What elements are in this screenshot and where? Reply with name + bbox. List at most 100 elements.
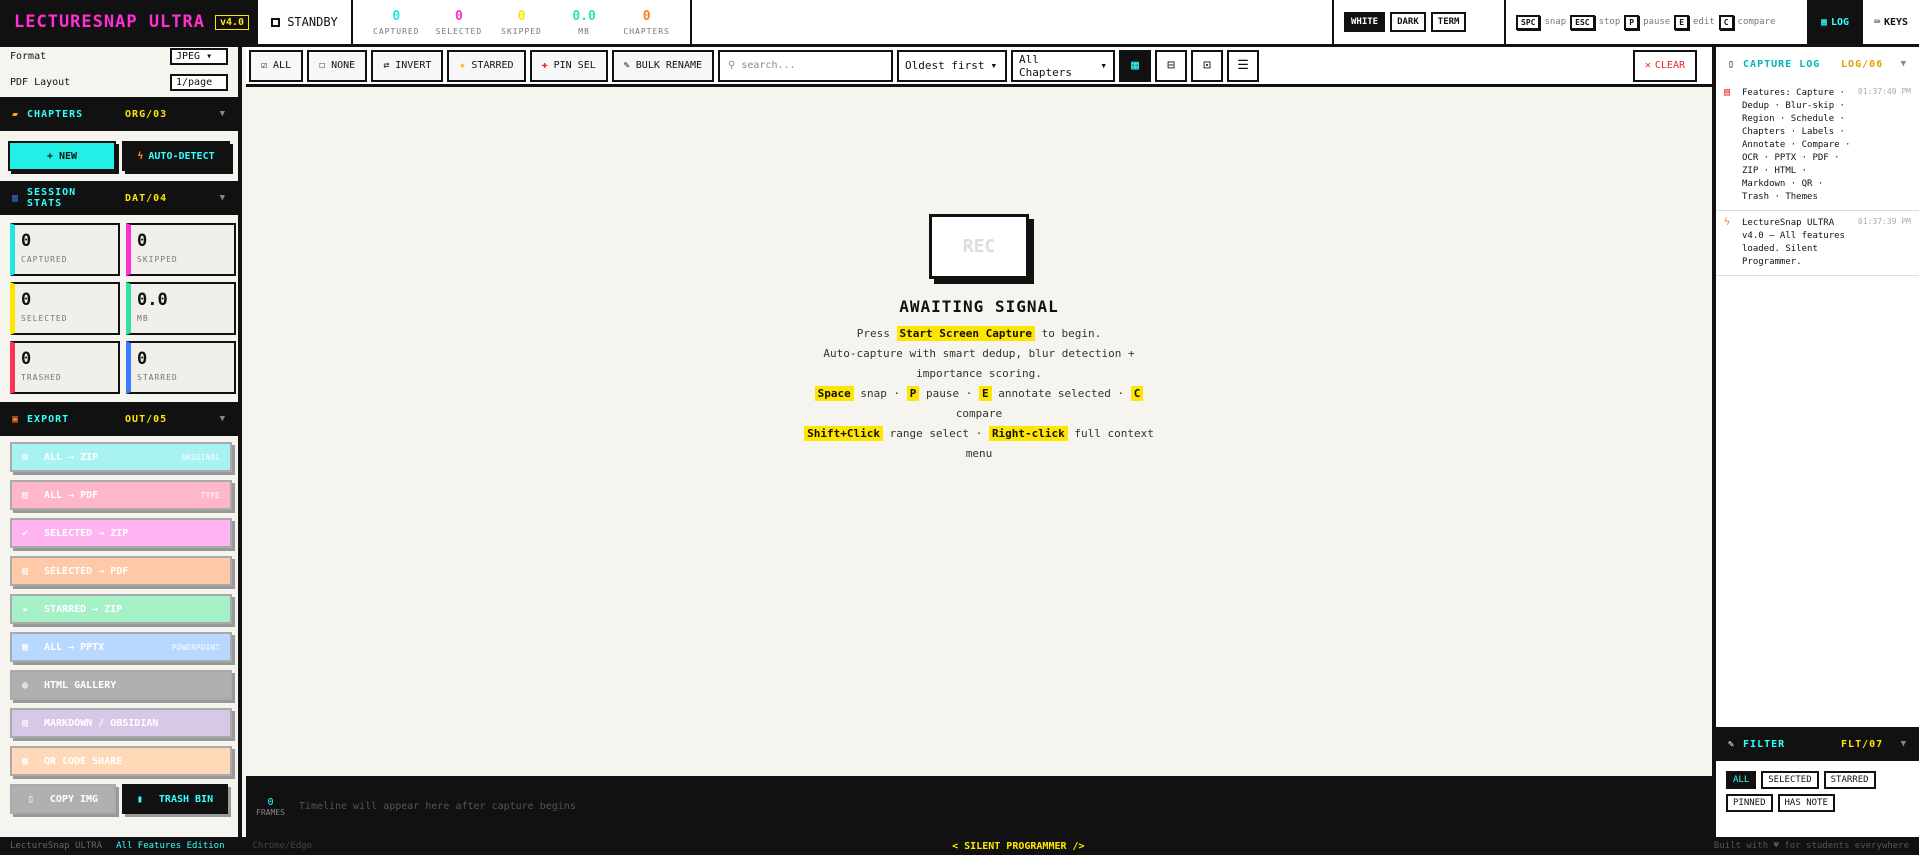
export-all-pdf-button[interactable]: ▤ ALL → PDF TYPE bbox=[10, 480, 232, 510]
export-selected-pdf-button[interactable]: ▤ SELECTED → PDF bbox=[10, 556, 232, 586]
close-icon: ✕ bbox=[1644, 60, 1651, 71]
rec-box: REC bbox=[929, 214, 1029, 279]
chapter-filter-select[interactable]: All Chapters ▾ bbox=[1011, 49, 1116, 82]
new-chapter-button[interactable]: + NEW bbox=[8, 141, 116, 171]
format-select[interactable]: JPEG ▾ bbox=[170, 47, 228, 65]
stat-captured: 0 CAPTURED bbox=[373, 8, 420, 36]
theme-white-button[interactable]: WHITE bbox=[1344, 12, 1386, 32]
status-dot bbox=[271, 17, 281, 27]
chevron-down-icon: ▾ bbox=[1100, 59, 1108, 72]
footer-browser: Chrome/Edge bbox=[252, 841, 313, 851]
chevron-down-icon: ▼ bbox=[1900, 739, 1907, 749]
export-selected-zip-button[interactable]: ✔ SELECTED → ZIP bbox=[10, 518, 232, 548]
filter-selected[interactable]: SELECTED bbox=[1761, 771, 1819, 789]
trash-icon: ▮ bbox=[136, 793, 143, 805]
grid-icon: ▦ bbox=[1820, 16, 1827, 28]
globe-icon: ◍ bbox=[22, 679, 29, 691]
invert-button[interactable]: ⇄ INVERT bbox=[371, 49, 444, 82]
timeline: 0 FRAMES Timeline will appear here after … bbox=[246, 776, 1712, 837]
layout-label: PDF Layout bbox=[10, 76, 71, 88]
stat-card-trashed: 0 TRASHED bbox=[10, 341, 120, 394]
swap-icon: ⇄ bbox=[383, 60, 390, 71]
select-none-button[interactable]: ☐ NONE bbox=[307, 49, 368, 82]
theme-dark-button[interactable]: DARK bbox=[1390, 12, 1426, 32]
filter-chips: ALL SELECTED STARRED PINNED HAS NOTE bbox=[1716, 761, 1919, 822]
footer-tagline: Built with ♥ for students everywhere bbox=[1713, 841, 1909, 851]
export-all-pptx-button[interactable]: ▦ ALL → PPTX POWERPOINT bbox=[10, 632, 232, 662]
stat-skipped: 0 SKIPPED bbox=[501, 8, 542, 36]
export-starred-zip-button[interactable]: ★ STARRED → ZIP bbox=[10, 594, 232, 624]
clear-button[interactable]: ✕ CLEAR bbox=[1632, 49, 1697, 82]
single-view-button[interactable]: ⊡ bbox=[1191, 49, 1224, 82]
footer-edition: All Features Edition bbox=[116, 841, 225, 851]
top-bar: LECTURESNAP ULTRA v4.0 STANDBY 0 CAPTURED… bbox=[0, 0, 1919, 47]
chevron-down-icon: ▼ bbox=[219, 109, 226, 119]
layout-select[interactable]: 1/page bbox=[170, 73, 228, 91]
package-icon: ▣ bbox=[12, 413, 20, 425]
status-text: STANDBY bbox=[287, 15, 338, 29]
pin-selected-button[interactable]: ✚ PIN SEL bbox=[529, 49, 608, 82]
pdf-icon: ▤ bbox=[22, 489, 29, 501]
list-view-button[interactable]: ☰ bbox=[1227, 49, 1260, 82]
tab-keys[interactable]: ⌨ KEYS bbox=[1863, 0, 1919, 44]
slides-icon: ▦ bbox=[22, 641, 29, 653]
frame-icon: ⊡ bbox=[1203, 58, 1211, 73]
filter-pinned[interactable]: PINNED bbox=[1726, 794, 1773, 812]
stat-card-selected: 0 SELECTED bbox=[10, 282, 120, 335]
filter-all[interactable]: ALL bbox=[1726, 771, 1757, 789]
footer: LectureSnap ULTRA All Features Edition C… bbox=[0, 837, 1919, 855]
capture-area: REC AWAITING SIGNAL Press Start Screen C… bbox=[246, 87, 1712, 776]
toolbar: ☑ ALL ☐ NONE ⇄ INVERT ★ STARRED ✚ PIN SEL ✎ BU… bbox=[246, 47, 1712, 87]
sort-select[interactable]: Oldest first ▾ bbox=[897, 49, 1008, 82]
export-all-zip-button[interactable]: ⊕ ALL → ZIP ORIGINAL bbox=[10, 442, 232, 472]
session-stats-header[interactable]: ▥ SESSION STATS DAT/04 ▼ bbox=[0, 181, 238, 215]
sidebar-bottom-actions: ▯ COPY IMG ▮ TRASH BIN bbox=[10, 784, 228, 814]
checkbox-icon: ☑ bbox=[261, 60, 268, 71]
export-markdown-button[interactable]: ▤ MARKDOWN / OBSIDIAN bbox=[10, 708, 232, 738]
stat-card-mb: 0.0 MB bbox=[126, 282, 236, 335]
key-p: P bbox=[1624, 14, 1640, 30]
format-label: Format bbox=[10, 50, 47, 62]
trash-bin-button[interactable]: ▮ TRASH BIN bbox=[122, 784, 228, 814]
key-spc: SPC bbox=[1516, 14, 1541, 30]
filter-header[interactable]: ✎ FILTER FLT/07 ▼ bbox=[1716, 727, 1919, 761]
capture-log-header[interactable]: ▯ CAPTURE LOG LOG/06 ▼ bbox=[1716, 47, 1919, 81]
sidebar: Format JPEG ▾ PDF Layout 1/page ▰ CHAPTE… bbox=[0, 47, 242, 837]
filter-has-note[interactable]: HAS NOTE bbox=[1777, 794, 1835, 812]
filter-starred[interactable]: STARRED bbox=[1823, 771, 1876, 789]
tab-log[interactable]: ▦ LOG bbox=[1807, 0, 1863, 44]
pencil-icon: ✎ bbox=[623, 60, 630, 71]
stat-chapters: 0 CHAPTERS bbox=[623, 8, 670, 36]
export-qr-button[interactable]: ▩ QR CODE SHARE bbox=[10, 746, 232, 776]
footer-credit: < SILENT PROGRAMMER /> bbox=[952, 840, 1085, 852]
chapters-header[interactable]: ▰ CHAPTERS ORG/03 ▼ bbox=[0, 97, 238, 131]
log-entry: ▤ Features: Capture · Dedup · Blur-skip ·… bbox=[1716, 81, 1919, 211]
clipboard-icon: ▯ bbox=[1728, 58, 1736, 70]
export-header[interactable]: ▣ EXPORT OUT/05 ▼ bbox=[0, 402, 238, 436]
starred-button[interactable]: ★ STARRED bbox=[447, 49, 526, 82]
start-capture-hint: Start Screen Capture bbox=[896, 326, 1035, 341]
bolt-icon: ϟ bbox=[137, 150, 144, 162]
copy-img-button[interactable]: ▯ COPY IMG bbox=[10, 784, 116, 814]
auto-detect-button[interactable]: ϟ AUTO-DETECT bbox=[122, 141, 230, 171]
clipboard-icon: ▤ bbox=[1724, 87, 1731, 98]
search-input[interactable]: ⚲ search... bbox=[718, 49, 894, 82]
key-c: C bbox=[1718, 14, 1734, 30]
footer-app-name: LectureSnap ULTRA bbox=[10, 841, 103, 851]
layout-row: PDF Layout 1/page bbox=[0, 67, 238, 97]
note-icon: ▤ bbox=[22, 717, 29, 729]
export-html-gallery-button[interactable]: ◍ HTML GALLERY bbox=[10, 670, 232, 700]
awaiting-title: AWAITING SIGNAL bbox=[899, 297, 1059, 316]
search-icon: ⚲ bbox=[728, 60, 736, 71]
theme-term-button[interactable]: TERM bbox=[1430, 12, 1467, 32]
empty-state: REC AWAITING SIGNAL Press Start Screen C… bbox=[246, 214, 1712, 464]
keyboard-icon: ⌨ bbox=[1873, 16, 1880, 28]
select-all-button[interactable]: ☑ ALL bbox=[249, 49, 304, 82]
bulk-rename-button[interactable]: ✎ BULK RENAME bbox=[611, 49, 715, 82]
grid-icon: ▦ bbox=[1131, 58, 1139, 73]
key-e: E bbox=[1674, 14, 1690, 30]
grid-view-button[interactable]: ▦ bbox=[1119, 49, 1152, 82]
split-view-button[interactable]: ⊟ bbox=[1155, 49, 1188, 82]
frame-counter: 0 FRAMES bbox=[256, 796, 285, 817]
zip-icon: ⊕ bbox=[22, 451, 29, 463]
